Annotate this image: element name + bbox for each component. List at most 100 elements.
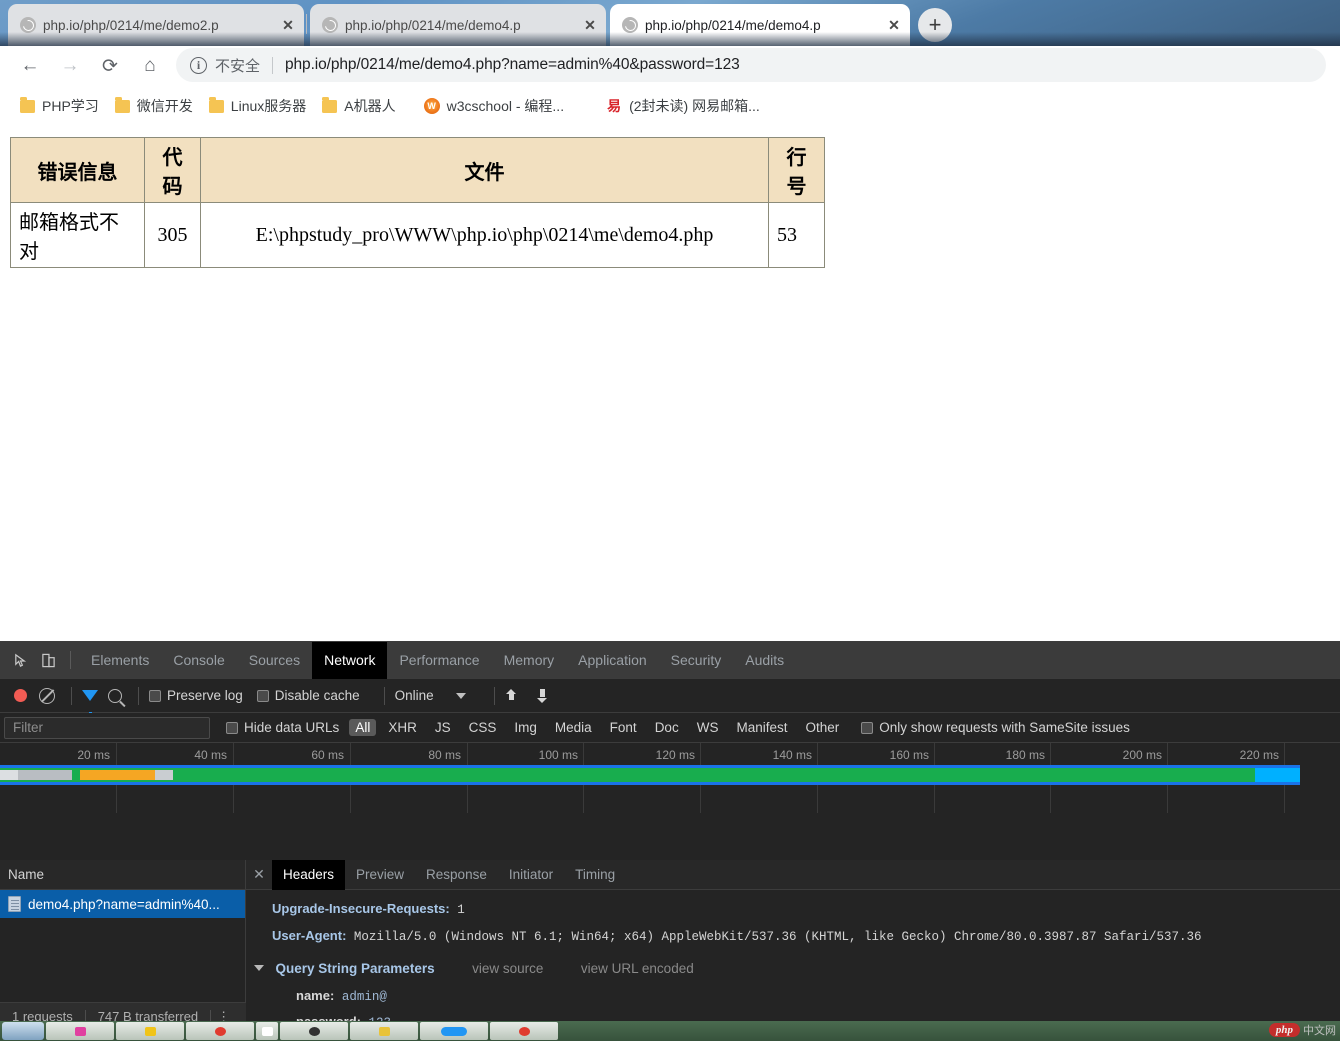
overview-tick-label: 200 ms	[1122, 748, 1162, 762]
detail-tab-timing[interactable]: Timing	[564, 860, 626, 890]
bookmark-linux-server[interactable]: Linux服务器	[203, 92, 316, 120]
taskbar-item[interactable]	[280, 1022, 348, 1040]
tab-title: php.io/php/0214/me/demo2.p	[43, 17, 219, 33]
detail-tab-headers[interactable]: Headers	[272, 859, 346, 890]
hide-data-urls-checkbox[interactable]: Hide data URLs	[226, 720, 339, 735]
devtools-tab-console[interactable]: Console	[161, 642, 236, 679]
toggle-device-toolbar-icon[interactable]	[34, 646, 62, 674]
devtools-tab-application[interactable]: Application	[566, 642, 659, 679]
type-filter-ws[interactable]: WS	[691, 719, 725, 736]
search-icon[interactable]	[108, 688, 122, 703]
devtools-tab-security[interactable]: Security	[659, 642, 734, 679]
network-overview[interactable]: 20 ms 40 ms 60 ms 80 ms 100 ms 120 ms 14…	[0, 743, 1340, 813]
detail-tab-response[interactable]: Response	[415, 860, 498, 890]
home-icon[interactable]: ⌂	[130, 46, 170, 86]
document-icon	[8, 896, 21, 912]
taskbar-item[interactable]	[116, 1022, 184, 1040]
start-button[interactable]	[2, 1022, 44, 1040]
checkbox-box	[149, 689, 161, 702]
type-filter-doc[interactable]: Doc	[649, 719, 685, 736]
network-split-view: Name demo4.php?name=admin%40... ✕ Header…	[0, 859, 1340, 1030]
type-filter-css[interactable]: CSS	[463, 719, 503, 736]
detail-tab-initiator[interactable]: Initiator	[498, 860, 564, 890]
waterfall-idle-bar	[155, 770, 173, 780]
devtools-tab-audits[interactable]: Audits	[733, 642, 796, 679]
header-value: 1	[457, 903, 465, 917]
toolbar-divider	[70, 651, 71, 669]
devtools-tab-memory[interactable]: Memory	[492, 642, 567, 679]
taskbar-item[interactable]	[420, 1022, 488, 1040]
checkbox-box	[861, 721, 874, 734]
globe-icon	[20, 17, 36, 33]
request-list-column-header[interactable]: Name	[0, 860, 245, 890]
overview-tick-label: 120 ms	[655, 748, 695, 762]
bookmark-a-robot[interactable]: A机器人	[316, 92, 405, 120]
overview-waterfall	[0, 765, 1300, 785]
tab-close-icon[interactable]: ✕	[886, 17, 902, 33]
type-filter-other[interactable]: Other	[799, 719, 845, 736]
taskbar-item[interactable]	[46, 1022, 114, 1040]
type-filter-img[interactable]: Img	[508, 719, 543, 736]
filter-icon[interactable]	[82, 690, 98, 717]
type-filter-media[interactable]: Media	[549, 719, 598, 736]
toolbar-divider	[71, 686, 72, 705]
app-icon	[144, 1026, 156, 1036]
devtools-tab-elements[interactable]: Elements	[79, 642, 161, 679]
throttling-select[interactable]: Online	[395, 688, 434, 703]
triangle-down-icon[interactable]	[254, 965, 264, 971]
inspect-element-icon[interactable]	[6, 646, 34, 674]
chevron-down-icon[interactable]	[455, 692, 466, 699]
browser-tab-1[interactable]: php.io/php/0214/me/demo2.p ✕	[8, 4, 304, 46]
view-url-encoded-link[interactable]: view URL encoded	[581, 961, 694, 976]
filter-input[interactable]: Filter	[4, 716, 210, 739]
type-filter-all[interactable]: All	[349, 719, 377, 736]
checkbox-box	[256, 689, 269, 702]
overview-tick-label: 40 ms	[194, 748, 227, 762]
close-icon[interactable]: ✕	[246, 866, 272, 883]
col-header-line: 行号	[768, 137, 825, 203]
import-har-icon[interactable]	[505, 688, 518, 703]
samesite-issues-checkbox[interactable]: Only show requests with SameSite issues	[861, 720, 1130, 735]
bookmark-label: 微信开发	[136, 98, 193, 114]
devtools-tab-sources[interactable]: Sources	[237, 642, 312, 679]
type-filter-manifest[interactable]: Manifest	[730, 719, 793, 736]
type-filter-xhr[interactable]: XHR	[382, 719, 423, 736]
bookmark-wechat-dev[interactable]: 微信开发	[109, 92, 203, 120]
query-string-section-header[interactable]: Query String Parameters view source view…	[254, 950, 1340, 983]
browser-tab-2[interactable]: php.io/php/0214/me/demo4.p ✕	[310, 4, 606, 46]
detail-tab-preview[interactable]: Preview	[345, 860, 415, 890]
address-bar[interactable]: i 不安全 php.io/php/0214/me/demo4.php?name=…	[176, 48, 1326, 82]
back-icon[interactable]: ←	[10, 46, 50, 86]
record-button[interactable]	[14, 689, 27, 702]
forward-icon[interactable]: →	[50, 46, 90, 86]
type-filter-font[interactable]: Font	[604, 719, 643, 736]
windows-taskbar	[0, 1021, 1340, 1041]
bookmark-netease-mail[interactable]: 易 (2封未读) 网易邮箱...	[600, 92, 770, 120]
preserve-log-checkbox[interactable]: Preserve log	[149, 688, 243, 703]
bookmark-w3cschool[interactable]: W w3cschool - 编程...	[418, 92, 574, 120]
folder-icon	[20, 97, 35, 113]
security-label: 不安全	[215, 57, 261, 75]
new-tab-button[interactable]: +	[918, 8, 952, 42]
taskbar-item[interactable]	[490, 1022, 558, 1040]
network-filter-bar: Filter Hide data URLs All XHR JS CSS Img…	[0, 713, 1340, 743]
type-filter-js[interactable]: JS	[429, 719, 457, 736]
devtools-tab-network[interactable]: Network	[312, 641, 388, 679]
tab-close-icon[interactable]: ✕	[280, 17, 296, 33]
col-header-message: 错误信息	[10, 137, 145, 203]
bookmark-php-study[interactable]: PHP学习	[14, 92, 109, 120]
taskbar-item[interactable]	[350, 1022, 418, 1040]
view-source-link[interactable]: view source	[472, 961, 543, 976]
export-har-icon[interactable]	[536, 688, 549, 703]
reload-icon[interactable]: ⟳	[90, 46, 130, 86]
request-row-demo4[interactable]: demo4.php?name=admin%40...	[0, 890, 245, 918]
tab-close-icon[interactable]: ✕	[582, 17, 598, 33]
browser-tab-3-active[interactable]: php.io/php/0214/me/demo4.p ✕	[610, 4, 910, 46]
page-viewport: 错误信息 代码 文件 行号 邮箱格式不对 305 E:\phpstudy_pro…	[0, 126, 1340, 641]
disable-cache-checkbox[interactable]: Disable cache	[256, 688, 360, 703]
taskbar-item[interactable]	[186, 1022, 254, 1040]
taskbar-item[interactable]	[256, 1022, 278, 1040]
info-icon[interactable]: i	[190, 56, 207, 74]
devtools-tab-performance[interactable]: Performance	[387, 642, 491, 679]
clear-icon[interactable]	[39, 687, 55, 704]
